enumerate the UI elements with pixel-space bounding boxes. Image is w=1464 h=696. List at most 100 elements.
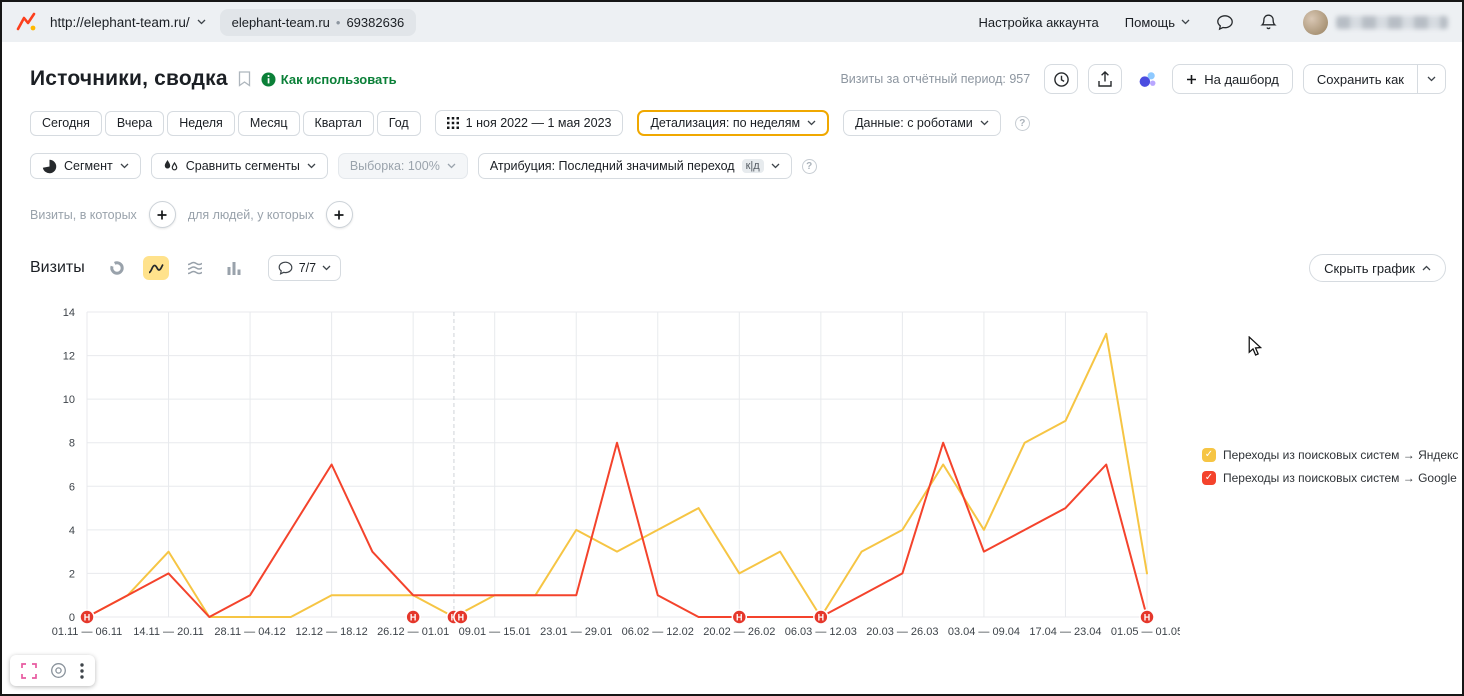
note-marker[interactable]: Н bbox=[814, 610, 828, 624]
attribution-dropdown[interactable]: Атрибуция: Последний значимый переход к|… bbox=[478, 153, 792, 179]
period-tab-4[interactable]: Квартал bbox=[303, 111, 374, 136]
help-dropdown[interactable]: Помощь bbox=[1125, 15, 1190, 30]
x-axis-label: 01.11 — 06.11 bbox=[52, 626, 123, 638]
save-as-button[interactable]: Сохранить как bbox=[1304, 65, 1417, 93]
y-axis-label: 2 bbox=[69, 568, 75, 580]
counter-info[interactable]: elephant-team.ru • 69382636 bbox=[220, 9, 417, 36]
note-marker-letter: Н bbox=[84, 613, 91, 623]
x-axis-label: 23.01 — 29.01 bbox=[540, 626, 612, 638]
visits-period-value: 957 bbox=[1009, 72, 1030, 86]
add-visit-condition-button[interactable] bbox=[149, 201, 176, 228]
period-tab-2[interactable]: Неделя bbox=[167, 111, 235, 136]
note-marker[interactable]: Н bbox=[1140, 610, 1154, 624]
help-icon[interactable]: ? bbox=[802, 159, 817, 174]
visits-line-chart: 0246810121401.11 — 06.1114.11 — 20.1128.… bbox=[30, 302, 1180, 646]
history-clock-icon bbox=[1053, 71, 1070, 88]
y-axis-label: 4 bbox=[69, 525, 75, 537]
chevron-down-icon bbox=[1181, 19, 1190, 25]
top-bar: http://elephant-team.ru/ elephant-team.r… bbox=[2, 2, 1462, 42]
legend-checkbox[interactable]: ✓ bbox=[1202, 448, 1216, 462]
attribution-label: Атрибуция: Последний значимый переход bbox=[490, 159, 735, 173]
chart-type-pie-button[interactable] bbox=[104, 256, 130, 280]
add-people-condition-button[interactable] bbox=[326, 201, 353, 228]
notes-count-label: 7/7 bbox=[299, 261, 316, 275]
annotate-button[interactable] bbox=[50, 662, 67, 679]
x-axis-label: 06.03 — 12.03 bbox=[785, 626, 857, 638]
export-button[interactable] bbox=[1088, 64, 1122, 94]
chart-legend: ✓Переходы из поисковых систем → Яндекс ✓П… bbox=[1202, 448, 1458, 494]
export-icon bbox=[1097, 71, 1113, 88]
chart-type-bars-button[interactable] bbox=[221, 256, 247, 280]
chart-type-stacked-button[interactable] bbox=[182, 256, 208, 280]
visits-period-label: Визиты за отчётный период: bbox=[840, 72, 1005, 86]
counter-id: 69382636 bbox=[346, 15, 404, 30]
kebab-menu-icon bbox=[80, 663, 84, 679]
date-range-button[interactable]: 1 ноя 2022 — 1 мая 2023 bbox=[435, 110, 624, 136]
x-axis-label: 14.11 — 20.11 bbox=[133, 626, 204, 638]
counter-name: elephant-team.ru bbox=[232, 15, 330, 30]
compare-segments-dropdown[interactable]: Сравнить сегменты bbox=[151, 153, 328, 179]
compare-segments-icon bbox=[163, 159, 179, 174]
x-axis-label: 28.11 — 04.12 bbox=[214, 626, 285, 638]
x-axis-label: 09.01 — 15.01 bbox=[459, 626, 531, 638]
note-marker[interactable]: Н bbox=[732, 610, 746, 624]
segment-dropdown[interactable]: Сегмент bbox=[30, 153, 141, 179]
account-settings-link[interactable]: Настройка аккаунта bbox=[978, 15, 1098, 30]
note-marker-letter: Н bbox=[818, 613, 825, 623]
period-tab-0[interactable]: Сегодня bbox=[30, 111, 102, 136]
data-mode-dropdown[interactable]: Данные: с роботами bbox=[843, 110, 1001, 136]
line-chart-icon bbox=[148, 261, 164, 275]
help-icon[interactable]: ? bbox=[1015, 116, 1030, 131]
save-as-split-button: Сохранить как bbox=[1303, 64, 1446, 94]
chevron-down-icon bbox=[807, 120, 816, 126]
notes-dropdown[interactable]: 7/7 bbox=[268, 255, 341, 281]
notifications-button[interactable] bbox=[1260, 13, 1277, 31]
how-to-use-label: Как использовать bbox=[281, 72, 397, 87]
user-account-menu[interactable] bbox=[1303, 10, 1448, 35]
legend-checkbox[interactable]: ✓ bbox=[1202, 471, 1216, 485]
x-axis-label: 17.04 — 23.04 bbox=[1029, 626, 1101, 638]
area-select-button[interactable] bbox=[21, 663, 37, 679]
bookmark-icon[interactable] bbox=[238, 71, 251, 87]
chevron-down-icon bbox=[1427, 76, 1436, 82]
data-mode-label: Данные: с роботами bbox=[855, 116, 973, 130]
chart-type-line-button[interactable] bbox=[143, 256, 169, 280]
visits-period-text: Визиты за отчётный период: 957 bbox=[840, 72, 1030, 86]
period-tab-5[interactable]: Год bbox=[377, 111, 421, 136]
stacked-lines-icon bbox=[187, 261, 203, 275]
dot-separator: • bbox=[336, 15, 341, 30]
ai-assistant-button[interactable] bbox=[1132, 64, 1162, 94]
chat-button[interactable] bbox=[1216, 14, 1234, 31]
how-to-use-link[interactable]: Как использовать bbox=[261, 72, 397, 87]
counter-url-dropdown[interactable]: http://elephant-team.ru/ bbox=[46, 11, 210, 34]
period-tab-3[interactable]: Месяц bbox=[238, 111, 300, 136]
note-marker-letter: Н bbox=[458, 613, 465, 623]
plus-icon bbox=[333, 209, 345, 221]
legend-item[interactable]: ✓Переходы из поисковых систем → Яндекс bbox=[1202, 448, 1458, 462]
segment-label: Сегмент bbox=[64, 159, 113, 173]
detalization-label: Детализация: по неделям bbox=[650, 116, 800, 130]
chevron-down-icon bbox=[771, 163, 780, 169]
area-select-icon bbox=[21, 663, 37, 679]
plus-icon bbox=[1186, 74, 1197, 85]
note-marker[interactable]: Н bbox=[406, 610, 420, 624]
note-marker[interactable]: Н bbox=[454, 610, 468, 624]
metrica-logo-icon bbox=[16, 12, 36, 32]
note-marker-letter: Н bbox=[1144, 613, 1151, 623]
save-as-dropdown[interactable] bbox=[1417, 65, 1445, 93]
more-menu-button[interactable] bbox=[80, 663, 84, 679]
date-range-label: 1 ноя 2022 — 1 мая 2023 bbox=[466, 116, 612, 130]
detalization-dropdown[interactable]: Детализация: по неделям bbox=[637, 110, 829, 136]
note-marker[interactable]: Н bbox=[80, 610, 94, 624]
attribution-badge: к|д bbox=[742, 159, 764, 173]
screenshot-toolbar bbox=[10, 655, 95, 686]
period-tab-1[interactable]: Вчера bbox=[105, 111, 164, 136]
sampling-dropdown[interactable]: Выборка: 100% bbox=[338, 153, 468, 179]
add-to-dashboard-button[interactable]: На дашборд bbox=[1172, 64, 1293, 94]
ai-assistant-icon bbox=[1137, 69, 1158, 90]
legend-item[interactable]: ✓Переходы из поисковых систем → Google bbox=[1202, 471, 1458, 485]
note-marker-letter: Н bbox=[736, 613, 743, 623]
compare-segments-label: Сравнить сегменты bbox=[186, 159, 300, 173]
history-button[interactable] bbox=[1044, 64, 1078, 94]
hide-chart-button[interactable]: Скрыть график bbox=[1309, 254, 1446, 282]
